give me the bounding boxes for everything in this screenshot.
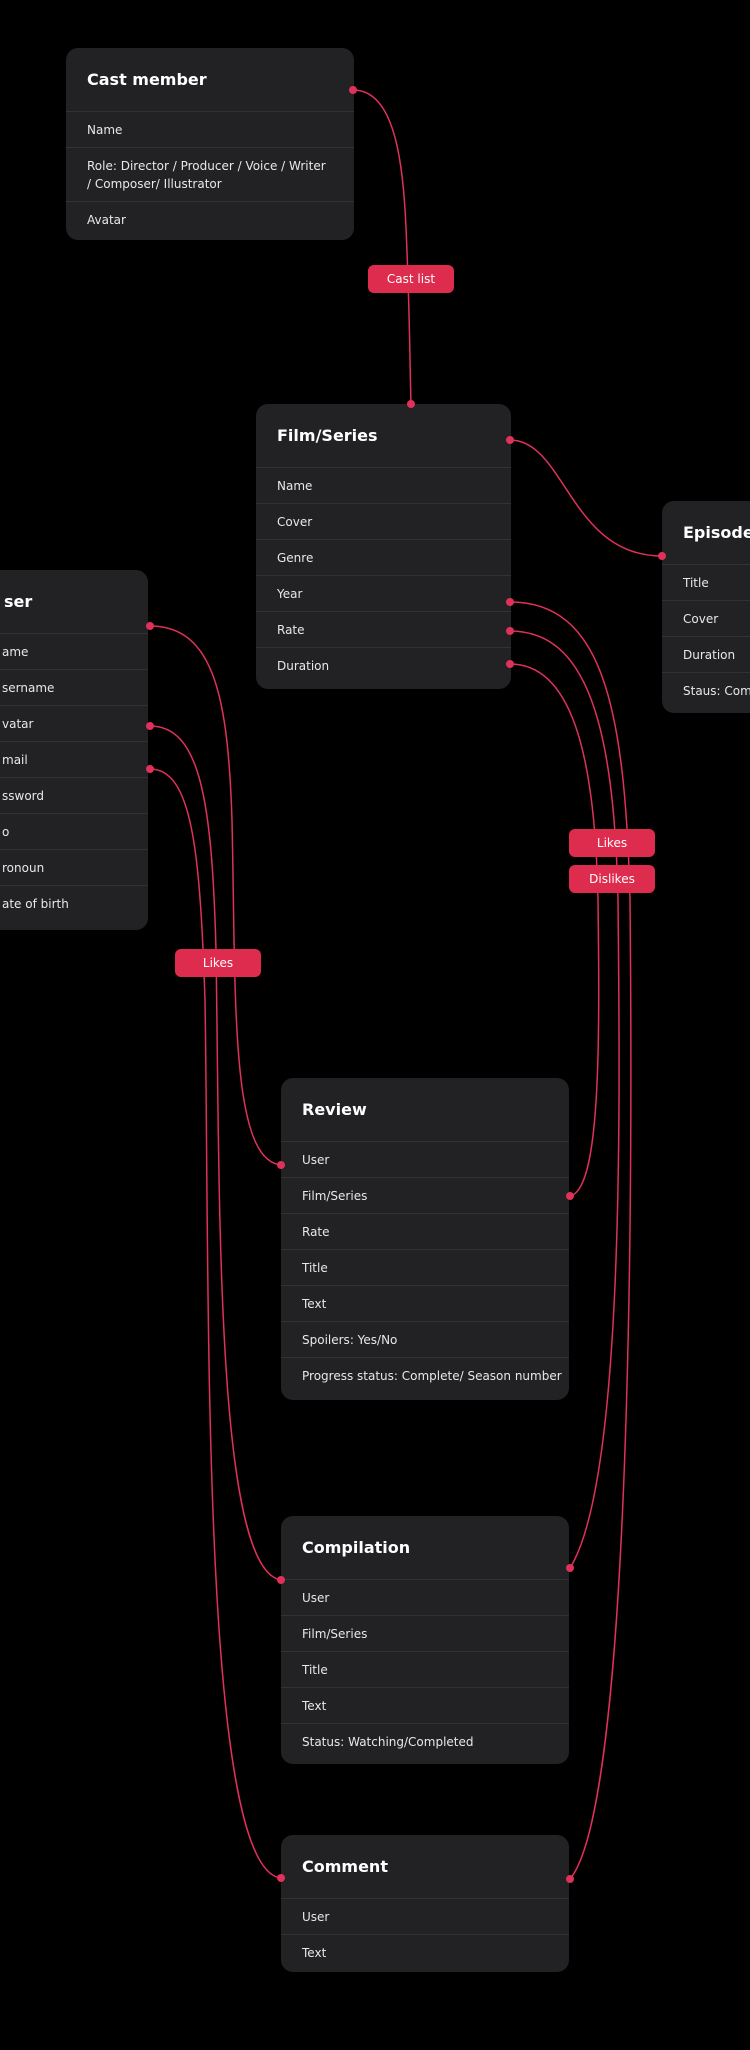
entity-cast-member: Cast member Name Role: Director / Produc… <box>66 48 354 240</box>
field-row: Staus: Comp <box>683 684 750 698</box>
field-row: Name <box>66 112 354 148</box>
entity-review: Review User Film/Series Rate Title Text … <box>281 1078 569 1400</box>
field-row: ssword <box>0 778 148 814</box>
entity-user: ser ame sername vatar mail ssword o rono… <box>0 570 148 930</box>
edge-email-comment <box>149 768 282 1879</box>
field-row: Title <box>662 565 750 601</box>
edge-film-episode <box>509 439 663 557</box>
field-row: Film/Series <box>281 1616 569 1652</box>
field-row: Duration <box>662 637 750 673</box>
entity-comment: Comment User Text <box>281 1835 569 1972</box>
field-row: Title <box>281 1250 569 1286</box>
field-row: Role: Director / Producer / Voice / Writ… <box>66 148 354 202</box>
relation-badge-dislikes-film: Dislikes <box>569 865 655 893</box>
entity-title: Film/Series <box>256 404 511 468</box>
field-row: Text <box>281 1286 569 1322</box>
entity-compilation: Compilation User Film/Series Title Text … <box>281 1516 569 1764</box>
field-row: ate of birth <box>2 897 69 911</box>
field-row: User <box>281 1142 569 1178</box>
field-row: Film/Series <box>281 1178 569 1214</box>
entity-episode: Episode Title Cover Duration Staus: Comp <box>662 501 750 713</box>
relation-badge-likes-user: Likes <box>175 949 261 977</box>
field-row: Text <box>302 1946 327 1960</box>
entity-film-series: Film/Series Name Cover Genre Year Rate D… <box>256 404 511 689</box>
entity-title: Compilation <box>281 1516 569 1580</box>
field-row: ronoun <box>0 850 148 886</box>
field-row: o <box>0 814 148 850</box>
field-row: Year <box>256 576 511 612</box>
field-row: Title <box>281 1652 569 1688</box>
field-row: mail <box>0 742 148 778</box>
field-row: Rate <box>256 612 511 648</box>
field-row: Status: Watching/Completed <box>302 1735 474 1749</box>
field-row: Text <box>281 1688 569 1724</box>
edge-user-review <box>149 625 282 1166</box>
entity-title: Comment <box>281 1835 569 1899</box>
field-row: Cover <box>662 601 750 637</box>
edge-avatar-compilation <box>149 725 282 1581</box>
entity-title: Episode <box>662 501 750 565</box>
field-row: User <box>281 1580 569 1616</box>
field-row: User <box>281 1899 569 1935</box>
entity-title: Cast member <box>66 48 354 112</box>
entity-title: ser <box>0 570 148 634</box>
entity-title: Review <box>281 1078 569 1142</box>
field-row: Duration <box>277 659 330 673</box>
edge-cast-film <box>352 89 412 405</box>
field-row: Rate <box>281 1214 569 1250</box>
field-row: ame <box>0 634 148 670</box>
field-row: Avatar <box>87 213 126 227</box>
field-row: Genre <box>256 540 511 576</box>
field-row: vatar <box>0 706 148 742</box>
relation-badge-cast-list: Cast list <box>368 265 454 293</box>
field-row: Name <box>256 468 511 504</box>
relation-badge-likes-film: Likes <box>569 829 655 857</box>
field-row: Cover <box>256 504 511 540</box>
field-row: Progress status: Complete/ Season number <box>302 1369 562 1383</box>
field-row: sername <box>0 670 148 706</box>
field-row: Spoilers: Yes/No <box>281 1322 569 1358</box>
